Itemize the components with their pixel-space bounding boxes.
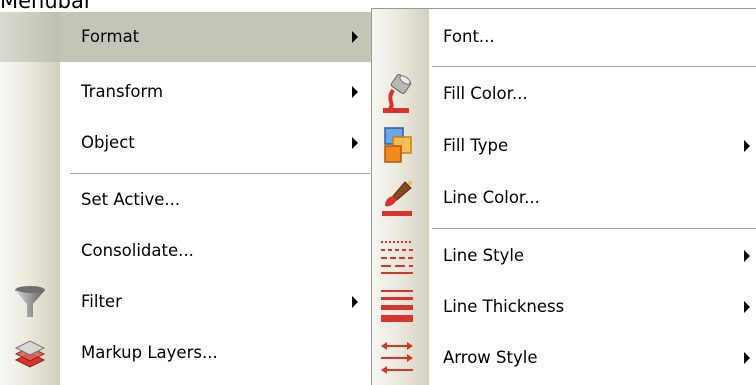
submenu-arrow-icon: [352, 137, 358, 149]
menu-item-label: Transform: [81, 82, 164, 101]
menu-item-set-active[interactable]: Set Active...: [0, 175, 372, 225]
submenu-item-label: Fill Type: [443, 136, 509, 155]
menu-item-label: Consolidate...: [81, 241, 194, 260]
submenu-arrow-icon: [352, 31, 358, 43]
submenu-item-label: Fill Color...: [443, 84, 528, 103]
submenu-item-line-thickness[interactable]: Line Thickness: [372, 282, 756, 332]
submenu-arrow-icon: [744, 352, 750, 364]
menu-item-object[interactable]: Object: [0, 118, 372, 168]
submenu-item-label: Font...: [443, 27, 495, 46]
funnel-icon: [12, 284, 48, 320]
submenu-item-line-color[interactable]: Line Color...: [372, 173, 756, 223]
page-title: Menubar: [0, 0, 93, 13]
format-submenu: Font... Fill Color... Fill Type Line Col…: [371, 8, 756, 385]
submenu-item-label: Arrow Style: [443, 348, 538, 367]
submenu-arrow-icon: [352, 296, 358, 308]
menu-item-markup-layers[interactable]: Markup Layers...: [0, 328, 372, 378]
menu-item-transform[interactable]: Transform: [0, 67, 372, 117]
submenu-arrow-icon: [352, 86, 358, 98]
menu-item-label: Filter: [81, 292, 122, 311]
submenu-arrow-icon: [744, 140, 750, 152]
submenu-item-font[interactable]: Font...: [372, 12, 756, 62]
submenu-item-fill-color[interactable]: Fill Color...: [372, 69, 756, 119]
menu-item-format[interactable]: Format: [0, 12, 372, 62]
menu-item-filter[interactable]: Filter: [0, 277, 372, 327]
menu-item-label: Markup Layers...: [81, 343, 218, 362]
line-style-icon: [377, 236, 417, 276]
menu-item-label: Object: [81, 133, 135, 152]
menu-item-label: Set Active...: [81, 190, 181, 209]
layers-icon: [12, 335, 48, 371]
submenu-arrow-icon: [744, 301, 750, 313]
arrow-style-icon: [377, 338, 417, 378]
submenu-item-fill-type[interactable]: Fill Type: [372, 121, 756, 171]
line-thickness-icon: [377, 287, 417, 327]
menu-item-consolidate[interactable]: Consolidate...: [0, 226, 372, 276]
context-menu: Format Transform Object Set Active... Co…: [0, 12, 372, 385]
paint-bucket-icon: [377, 74, 417, 114]
submenu-separator: [432, 66, 756, 68]
paintbrush-icon: [377, 178, 417, 218]
submenu-item-line-style[interactable]: Line Style: [372, 231, 756, 281]
submenu-separator: [432, 228, 756, 230]
submenu-item-label: Line Thickness: [443, 297, 565, 316]
submenu-item-label: Line Color...: [443, 188, 540, 207]
submenu-arrow-icon: [744, 250, 750, 262]
submenu-item-label: Line Style: [443, 246, 525, 265]
fill-type-icon: [377, 126, 417, 166]
menu-item-format-gutter: [0, 12, 60, 62]
submenu-item-arrow-style[interactable]: Arrow Style: [372, 333, 756, 383]
menu-item-label: Format: [81, 27, 140, 46]
